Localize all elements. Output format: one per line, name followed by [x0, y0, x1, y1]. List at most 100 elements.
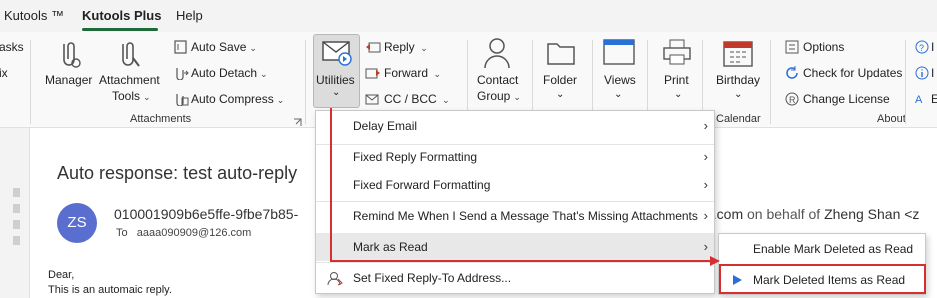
- attachments-group-label: Attachments: [130, 113, 192, 125]
- printer-icon: [662, 38, 692, 69]
- tab-kutools[interactable]: Kutools ™: [4, 8, 64, 23]
- on-behalf-label: on behalf of: [747, 206, 821, 222]
- attachment-tools-label-1[interactable]: Attachment: [99, 73, 160, 87]
- chevron-down-icon: ⌄: [332, 87, 341, 98]
- chevron-down-icon: ⌄: [439, 95, 450, 105]
- forward-label: Forward: [384, 66, 429, 80]
- cc-bcc-label: CC / BCC: [384, 92, 437, 106]
- menu-item-fixed-reply-formatting[interactable]: Fixed Reply Formatting ›: [316, 143, 714, 171]
- group-separator: [905, 40, 906, 124]
- options-icon: [785, 40, 799, 57]
- language-partial[interactable]: E: [931, 92, 937, 106]
- birthday-button[interactable]: Birthday: [716, 73, 760, 87]
- auto-detach-icon: [173, 66, 189, 83]
- contact-group-icon: [482, 36, 512, 73]
- views-button[interactable]: Views: [604, 73, 636, 87]
- recipient-line: To aaaa090909@126.com: [116, 227, 251, 239]
- menu-separator: [316, 262, 714, 263]
- about-group-label: About: [877, 113, 906, 125]
- reply-button[interactable]: Reply ⌄: [384, 40, 428, 54]
- chevron-down-icon: ⌄: [431, 69, 442, 79]
- forward-icon: [365, 66, 381, 83]
- paperclip-icon: [55, 38, 83, 73]
- folder-button[interactable]: Folder: [543, 73, 577, 87]
- user-icon: [327, 272, 343, 286]
- chevron-down-icon: ⌄: [143, 92, 151, 102]
- chevron-right-icon: ›: [703, 149, 708, 164]
- language-icon: A: [915, 92, 929, 109]
- submenu-item-enable-mark-deleted[interactable]: Enable Mark Deleted as Read: [719, 235, 925, 263]
- tab-kutools-plus[interactable]: Kutools Plus: [82, 8, 161, 23]
- change-license-button[interactable]: Change License: [803, 92, 890, 106]
- menu-item-label: Set Fixed Reply-To Address...: [353, 271, 512, 285]
- message-subject: Auto response: test auto-reply: [57, 163, 298, 183]
- chevron-down-icon: ⌄: [417, 43, 428, 53]
- menu-item-set-fixed-reply-to[interactable]: Set Fixed Reply-To Address...: [316, 264, 714, 292]
- chevron-right-icon: ›: [703, 208, 708, 223]
- on-behalf-name[interactable]: Zheng Shan <z: [824, 206, 919, 222]
- annotation-highlight-box: [719, 264, 926, 294]
- attachment-tools-icon: [115, 38, 143, 73]
- contact-group-text: Group: [477, 89, 511, 103]
- menu-item-delay-email[interactable]: Delay Email ›: [316, 112, 714, 140]
- group-separator: [30, 40, 31, 124]
- menu-item-label: Fixed Forward Formatting: [353, 178, 491, 192]
- help-partial[interactable]: I: [931, 40, 934, 54]
- ribbon-partial-fix: ix: [0, 66, 8, 80]
- svg-text:?: ?: [919, 43, 924, 53]
- cc-bcc-button[interactable]: CC / BCC ⌄: [384, 92, 450, 106]
- utilities-button[interactable]: Utilities ⌄: [313, 34, 360, 108]
- auto-save-label: Auto Save: [191, 40, 247, 54]
- to-address[interactable]: aaaa090909@126.com: [137, 227, 252, 239]
- chevron-down-icon: ⌄: [674, 89, 683, 100]
- menu-item-label: Delay Email: [353, 119, 418, 133]
- utilities-label: Utilities: [316, 73, 355, 87]
- contact-group-label-2[interactable]: Group ⌄: [477, 89, 521, 103]
- to-label: To: [116, 227, 128, 239]
- chevron-right-icon: ›: [703, 118, 708, 133]
- body-line: Dear,: [48, 269, 75, 281]
- menu-item-remind-missing-attachments[interactable]: Remind Me When I Send a Message That's M…: [316, 202, 714, 230]
- submenu-item-label: Enable Mark Deleted as Read: [753, 242, 914, 256]
- menu-item-label: Mark as Read: [353, 240, 428, 254]
- menu-item-mark-as-read[interactable]: Mark as Read ›: [316, 233, 714, 261]
- tab-help[interactable]: Help: [176, 8, 203, 23]
- sender-address[interactable]: 010001909b6e5ffe-9fbe7b85-: [114, 206, 298, 222]
- print-button[interactable]: Print: [664, 73, 689, 87]
- cc-bcc-icon: [365, 92, 381, 109]
- group-separator: [305, 40, 306, 124]
- utilities-menu: Delay Email › Fixed Reply Formatting › Fix…: [315, 110, 715, 294]
- info-partial[interactable]: I: [931, 66, 934, 80]
- group-separator: [770, 40, 771, 124]
- info-icon: [915, 66, 929, 83]
- chevron-down-icon: ⌄: [556, 89, 565, 100]
- auto-compress-button[interactable]: Auto Compress ⌄: [191, 92, 284, 106]
- attachment-tools-text: Tools: [112, 89, 141, 103]
- body-line: This is an automaic reply.: [48, 284, 172, 296]
- help-icon: ?: [915, 40, 929, 57]
- auto-save-button[interactable]: Auto Save ⌄: [191, 40, 257, 54]
- ribbon-partial-tasks: asks: [0, 40, 24, 54]
- utilities-mail-icon: [322, 41, 352, 66]
- options-button[interactable]: Options: [803, 40, 844, 54]
- menu-item-label: Remind Me When I Send a Message That's M…: [353, 209, 698, 223]
- attachment-tools-label-2[interactable]: Tools ⌄: [112, 89, 151, 103]
- left-pane-strip: [0, 128, 30, 298]
- message-body: Dear, This is an automaic reply.: [48, 268, 172, 298]
- manager-button[interactable]: Manager: [45, 73, 92, 87]
- chevron-down-icon: ⌄: [513, 92, 521, 102]
- contact-group-label-1[interactable]: Contact: [477, 73, 518, 87]
- refresh-icon: [785, 66, 799, 83]
- auto-detach-button[interactable]: Auto Detach ⌄: [191, 66, 268, 80]
- folder-icon: [546, 38, 576, 69]
- forward-button[interactable]: Forward ⌄: [384, 66, 441, 80]
- chevron-down-icon: ⌄: [276, 95, 285, 105]
- svg-text:R: R: [789, 95, 796, 105]
- avatar[interactable]: ZS: [57, 203, 97, 243]
- auto-compress-icon: [173, 92, 189, 109]
- active-tab-indicator: [82, 28, 158, 31]
- menu-item-fixed-forward-formatting[interactable]: Fixed Forward Formatting ›: [316, 171, 714, 199]
- svg-text:A: A: [915, 94, 923, 106]
- chevron-down-icon: ⌄: [260, 69, 268, 79]
- check-updates-button[interactable]: Check for Updates: [803, 66, 902, 80]
